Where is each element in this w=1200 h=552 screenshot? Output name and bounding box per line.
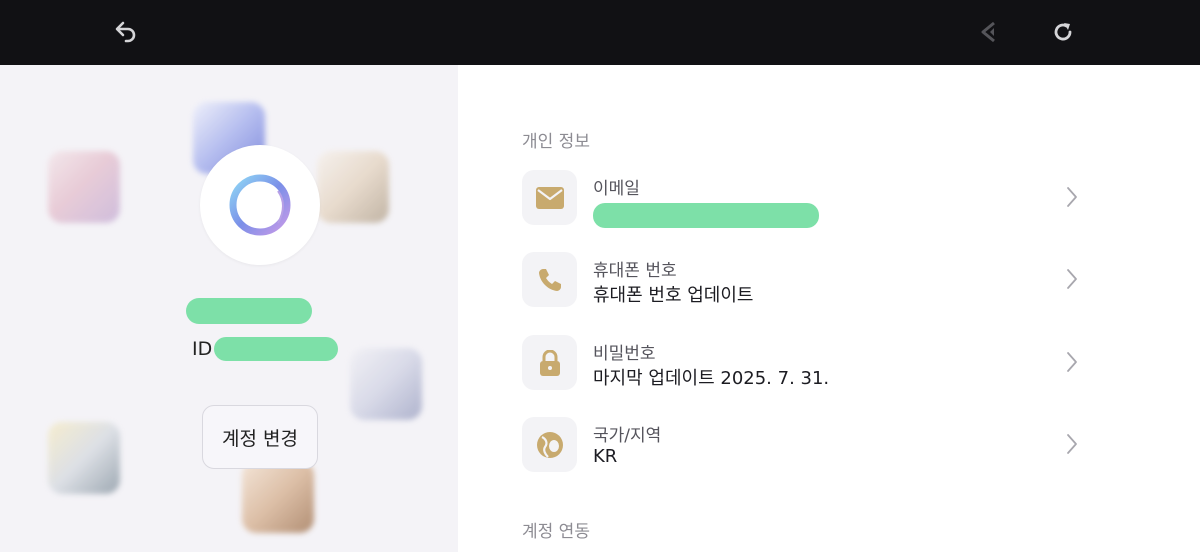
user-id-redacted — [214, 337, 339, 361]
avatar-ring-icon — [229, 174, 291, 236]
profile-panel: ID 계정 변경 — [0, 65, 458, 552]
phone-label: 휴대폰 번호 — [593, 261, 677, 281]
share-arrow-icon[interactable] — [972, 15, 1006, 49]
avatar[interactable] — [200, 145, 320, 265]
phone-value: 휴대폰 번호 업데이트 — [593, 285, 754, 306]
email-label: 이메일 — [593, 179, 640, 199]
country-region-label: 국가/지역 — [593, 426, 662, 446]
chevron-right-icon — [1067, 187, 1077, 207]
top-bar — [0, 0, 1200, 65]
lock-icon — [522, 335, 577, 390]
country-region-value: KR — [593, 446, 618, 467]
switch-account-button[interactable]: 계정 변경 — [202, 405, 318, 469]
section-title-account-link: 계정 연동 — [522, 522, 590, 542]
password-label: 비밀번호 — [593, 344, 656, 364]
game-tile — [48, 151, 120, 223]
password-row[interactable]: 비밀번호 마지막 업데이트 2025. 7. 31. — [522, 335, 1082, 391]
game-tile — [48, 422, 120, 494]
phone-row[interactable]: 휴대폰 번호 휴대폰 번호 업데이트 — [522, 252, 1082, 308]
chevron-right-icon — [1067, 434, 1077, 454]
refresh-icon[interactable] — [1046, 15, 1080, 49]
game-tile — [350, 348, 422, 420]
globe-icon — [522, 417, 577, 472]
user-id: ID — [192, 335, 339, 363]
email-row[interactable]: 이메일 — [522, 170, 1082, 228]
phone-icon — [522, 252, 577, 307]
game-tile — [242, 461, 314, 533]
chevron-right-icon — [1067, 352, 1077, 372]
settings-panel: 개인 정보 이메일 휴대폰 번호 휴대폰 번호 업데이트 비밀번호 마지막 업데… — [458, 65, 1200, 552]
id-label: ID — [192, 338, 213, 360]
section-title-personal-info: 개인 정보 — [522, 132, 590, 152]
chevron-right-icon — [1067, 269, 1077, 289]
email-value-redacted — [593, 203, 819, 228]
username-redacted — [186, 298, 312, 324]
mail-icon — [522, 170, 577, 225]
undo-arrow-icon[interactable] — [108, 15, 142, 49]
country-region-row[interactable]: 국가/지역 KR — [522, 417, 1082, 473]
game-tile — [317, 151, 389, 223]
password-value: 마지막 업데이트 2025. 7. 31. — [593, 368, 830, 389]
